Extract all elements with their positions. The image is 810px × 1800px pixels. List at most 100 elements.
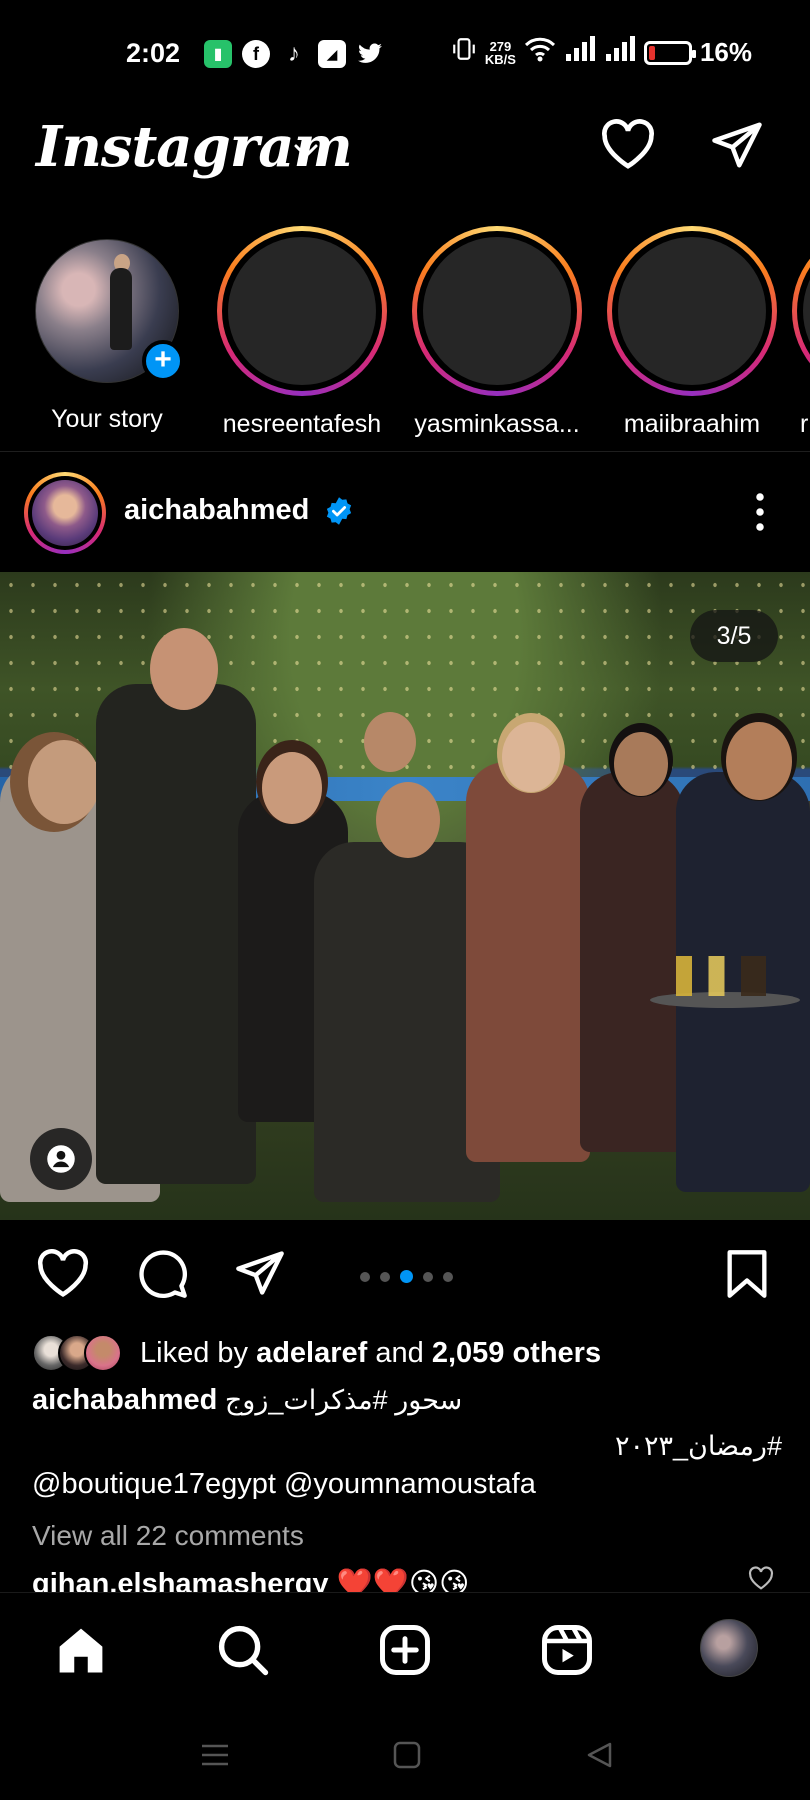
person-2-head: [150, 628, 218, 710]
story-item[interactable]: r: [792, 226, 810, 439]
post-caption: aichabahmed سحور #مذكرات_زوج #رمضان_٢٠٢٣: [32, 1384, 782, 1462]
comment-like-heart-icon[interactable]: [748, 1566, 774, 1595]
story-ring-gap: [797, 231, 810, 391]
status-app-icons: ▮ f ♪ ◢: [204, 40, 384, 68]
carousel-dot: [380, 1271, 390, 1282]
tiktok-icon: ♪: [288, 40, 300, 67]
story-avatar: [618, 237, 766, 385]
person-6-head: [502, 722, 560, 792]
person-7-head: [614, 732, 668, 796]
search-icon[interactable]: [216, 1623, 270, 1682]
story-avatar: [228, 237, 376, 385]
battery-icon: [643, 40, 696, 65]
avatar-figure-body: [110, 268, 132, 350]
like-heart-icon[interactable]: [36, 1248, 90, 1303]
signal-icon-1: [564, 36, 596, 69]
liked-by-others[interactable]: 2,059 others: [432, 1337, 601, 1369]
battery-saver-icon: ▮: [204, 40, 232, 68]
reels-icon[interactable]: [540, 1623, 594, 1682]
wifi-icon: [524, 36, 556, 69]
story-ring-gap: [222, 231, 382, 391]
share-send-icon[interactable]: [234, 1248, 286, 1303]
story-label: maiibraahim: [623, 410, 761, 438]
android-system-nav: [0, 1704, 810, 1800]
verified-badge-icon: [324, 496, 354, 531]
twitter-icon: [356, 40, 384, 68]
post-username[interactable]: aichabahmed: [124, 494, 309, 527]
post-actions: [0, 1220, 810, 1326]
heart-icon[interactable]: [600, 118, 656, 175]
view-all-comments-link[interactable]: View all 22 comments: [32, 1520, 304, 1552]
more-options-icon[interactable]: [750, 492, 770, 537]
home-icon[interactable]: [54, 1623, 108, 1682]
carousel-dot: [443, 1271, 453, 1282]
stories-tray: + Your story nesreentafesh yasminkassa..…: [0, 220, 810, 452]
back-icon[interactable]: [584, 1740, 616, 1775]
person-6: [466, 762, 590, 1162]
liked-by-user[interactable]: adelaref: [256, 1337, 367, 1369]
carousel-dots: [360, 1270, 453, 1283]
person-3-head: [262, 752, 322, 824]
story-label: r: [800, 410, 809, 438]
gallery-icon: ◢: [318, 40, 346, 68]
liked-by-prefix: Liked by: [140, 1336, 249, 1369]
liked-by-and: and: [375, 1336, 424, 1369]
post-photo[interactable]: 3/5: [0, 572, 810, 1220]
status-bar: 2:02 ▮ f ♪ ◢ 279 KB/S 16%: [0, 0, 810, 108]
story-ring: [412, 226, 582, 396]
battery-percent: 16%: [699, 37, 752, 67]
carousel-dot: [423, 1271, 433, 1282]
story-avatar: [803, 237, 810, 385]
person-4-head: [376, 782, 440, 858]
signal-icon-2: [604, 36, 636, 69]
person-8-head: [726, 722, 792, 800]
caption-mentions[interactable]: @boutique17egypt @youmnamoustafa: [32, 1468, 536, 1501]
person-2: [96, 684, 256, 1184]
story-item[interactable]: maiibraahim: [597, 226, 787, 439]
add-story-plus-icon[interactable]: +: [142, 340, 184, 382]
caption-username[interactable]: aichabahmed: [32, 1384, 217, 1416]
status-time: 2:02: [126, 38, 181, 68]
post-avatar-image: [32, 480, 98, 546]
story-your-story[interactable]: + Your story: [12, 226, 202, 434]
story-avatar: [423, 237, 571, 385]
own-story-avatar[interactable]: +: [35, 239, 184, 383]
likes-row[interactable]: Liked by adelaref and 2,059 others: [32, 1330, 601, 1376]
profile-avatar[interactable]: [700, 1619, 758, 1677]
caption-hashtag[interactable]: #رمضان_٢٠٢٣: [32, 1431, 782, 1462]
liker-avatar: [84, 1334, 122, 1372]
net-speed-unit: KB/S: [484, 51, 516, 67]
comment-icon[interactable]: [136, 1248, 190, 1305]
vibrate-icon: [451, 36, 477, 69]
glasses: [676, 956, 766, 996]
post-author-avatar[interactable]: [24, 472, 106, 554]
carousel-counter: 3/5: [690, 610, 778, 662]
story-ring: [217, 226, 387, 396]
chevron-down-icon[interactable]: [292, 142, 320, 165]
status-right: 279 KB/S 16%: [451, 36, 752, 69]
bottom-nav: [0, 1592, 810, 1704]
story-label: yasminkassa...: [414, 410, 580, 438]
person-5-head: [364, 712, 416, 772]
menu-icon[interactable]: [198, 1740, 232, 1775]
story-ring: [607, 226, 777, 396]
post-avatar-gap: [28, 476, 102, 550]
person-7: [580, 772, 684, 1152]
caption-text: سحور #مذكرات_زوج: [224, 1385, 463, 1415]
carousel-dot: [360, 1271, 370, 1282]
story-item[interactable]: nesreentafesh: [207, 226, 397, 439]
likes-text: Liked by adelaref and 2,059 others: [140, 1337, 601, 1370]
send-icon[interactable]: [710, 120, 764, 175]
story-item[interactable]: yasminkassa...: [402, 226, 592, 439]
story-label: Your story: [51, 405, 163, 433]
bookmark-icon[interactable]: [724, 1248, 770, 1305]
create-icon[interactable]: [378, 1623, 432, 1682]
facebook-icon: f: [242, 40, 270, 68]
tagged-people-icon[interactable]: [30, 1128, 92, 1190]
story-ring-gap: [417, 231, 577, 391]
battery-level: [648, 45, 655, 60]
post-header: aichabahmed: [0, 456, 810, 570]
story-ring: [792, 226, 810, 396]
home-square-icon[interactable]: [392, 1740, 422, 1775]
story-label: nesreentafesh: [222, 410, 382, 438]
